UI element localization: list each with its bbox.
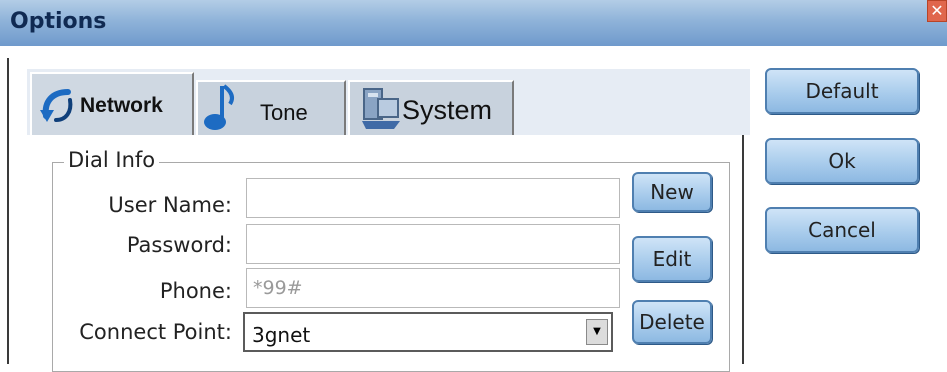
panel-left-border bbox=[7, 58, 9, 364]
panel-right-border bbox=[742, 135, 744, 364]
tab-tone[interactable]: Tone bbox=[196, 80, 346, 136]
dropdown-arrow-button[interactable]: ▼ bbox=[586, 319, 608, 345]
connect-point-select[interactable]: 3gnet ▼ bbox=[243, 312, 613, 352]
tab-tone-label: Tone bbox=[260, 100, 308, 125]
title-bar: Options bbox=[0, 0, 947, 47]
edit-button[interactable]: Edit bbox=[632, 236, 712, 282]
user-name-input[interactable] bbox=[246, 178, 620, 218]
ok-button[interactable]: Ok bbox=[765, 138, 919, 184]
computer-system-icon bbox=[362, 88, 400, 129]
close-icon: ✕ bbox=[930, 1, 944, 20]
tab-system-label: System bbox=[402, 95, 493, 125]
dial-info-label: Dial Info bbox=[64, 148, 160, 172]
phone-input[interactable] bbox=[246, 268, 620, 308]
tab-network-label: Network bbox=[80, 94, 163, 117]
cancel-button[interactable]: Cancel bbox=[765, 207, 919, 253]
tab-system[interactable]: System bbox=[348, 80, 514, 136]
tab-divider bbox=[27, 135, 744, 136]
window-title: Options bbox=[10, 9, 107, 34]
password-input[interactable] bbox=[246, 224, 620, 264]
delete-button[interactable]: Delete bbox=[632, 300, 712, 344]
phone-label: Phone: bbox=[159, 279, 232, 303]
password-label: Password: bbox=[126, 233, 232, 257]
music-note-icon bbox=[204, 84, 234, 130]
connect-point-label: Connect Point: bbox=[79, 320, 232, 344]
connect-point-value: 3gnet bbox=[252, 323, 311, 347]
user-name-label: User Name: bbox=[108, 193, 232, 217]
tab-network[interactable]: Network bbox=[30, 72, 194, 136]
close-button[interactable]: ✕ bbox=[927, 0, 947, 22]
new-button[interactable]: New bbox=[632, 172, 712, 212]
network-arrow-icon bbox=[40, 89, 73, 122]
default-button[interactable]: Default bbox=[765, 68, 919, 114]
content-area bbox=[0, 46, 947, 58]
chevron-down-icon: ▼ bbox=[593, 326, 601, 337]
